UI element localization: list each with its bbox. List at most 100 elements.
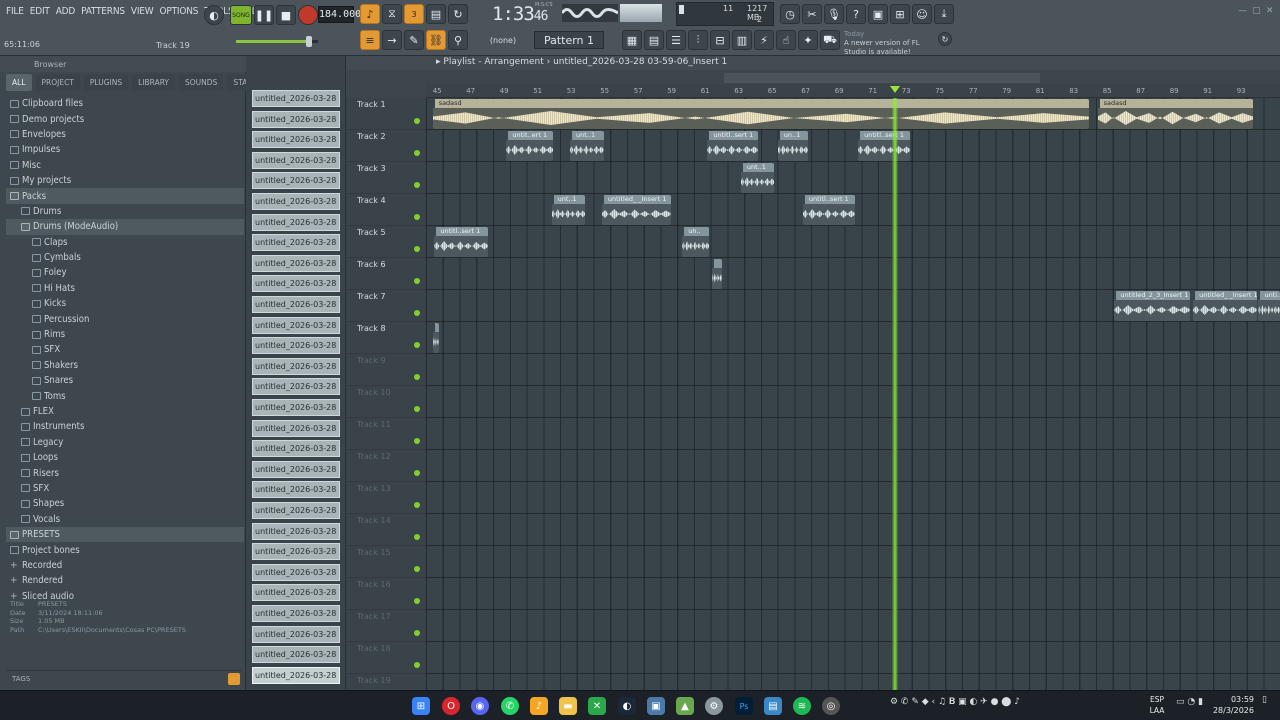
tree-item[interactable]: Loops (6, 450, 244, 465)
song-mode-toggle[interactable]: SONG (230, 5, 252, 25)
sample-item[interactable]: untitled_2026-03-28 03-... (252, 131, 340, 149)
store-icon[interactable]: ▣ (647, 697, 665, 715)
track-header[interactable]: Track 9 (346, 354, 426, 386)
sample-item[interactable]: untitled_2026-03-28 03-... (252, 666, 340, 684)
audio-clip[interactable]: untitled_ _Insert 1 (601, 195, 671, 225)
sample-item[interactable]: untitled_2026-03-28 03-... (252, 646, 340, 664)
sample-item[interactable]: untitled_2026-03-28 03-... (252, 90, 340, 107)
audio-clip[interactable]: untitled_2_3_Insert 1 (1114, 291, 1190, 321)
sample-item[interactable]: untitled_2026-03-28 03-... (252, 172, 340, 190)
whatsapp-icon[interactable]: ✆ (501, 697, 519, 715)
track-header[interactable]: Track 14 (346, 514, 426, 546)
browser-tab-all[interactable]: ALL (6, 74, 32, 91)
tree-item[interactable]: Drums (ModeAudio) (6, 219, 244, 235)
cart-icon[interactable]: ⛟ (820, 30, 840, 50)
cut-icon[interactable]: ✂ (802, 4, 822, 24)
tree-item[interactable]: SFX (6, 481, 244, 496)
track-mute-led[interactable] (414, 246, 420, 252)
obs-icon[interactable]: ◎ (822, 697, 840, 715)
tree-item[interactable]: Risers (6, 465, 244, 480)
browser-tab-library[interactable]: LIBRARY (132, 74, 176, 91)
track-mute-led[interactable] (414, 150, 420, 156)
audio-clip[interactable]: sadasd (1097, 99, 1254, 129)
tree-item[interactable]: Snares (6, 373, 244, 388)
sample-item[interactable]: untitled_2026-03-28 03-... (252, 357, 340, 375)
playlist-icon[interactable]: ▦ (622, 30, 642, 50)
search-icon[interactable] (228, 673, 240, 685)
sample-item[interactable]: untitled_2026-03-28 03-... (252, 110, 340, 128)
mixer-view-icon[interactable]: ⫶ (688, 30, 708, 50)
sample-item[interactable]: untitled_2026-03-28 03-... (252, 605, 340, 622)
sample-item[interactable]: untitled_2026-03-28 03-... (252, 316, 340, 334)
sample-item[interactable]: untitled_2026-03-28 03-... (252, 625, 340, 643)
track-mute-led[interactable] (414, 502, 420, 508)
photoshop-icon[interactable]: Ps (735, 697, 753, 715)
loop-record-button[interactable]: ↻ (448, 4, 468, 24)
audio-clip[interactable]: untitl..sert 1 (434, 227, 488, 257)
sample-item[interactable]: untitled_2026-03-28 03-... (252, 502, 340, 519)
download-icon[interactable]: ⤓ (934, 4, 954, 24)
network-volume-icons[interactable]: ▭ ◔ ▮ (1176, 697, 1203, 707)
browser-tab-project[interactable]: PROJECT (35, 74, 80, 91)
track-header[interactable]: Track 3 (346, 162, 426, 194)
tree-item[interactable]: Cymbals (6, 250, 244, 265)
track-mute-led[interactable] (414, 118, 420, 124)
sample-item[interactable]: untitled_2026-03-28 03-... (252, 543, 340, 561)
tree-item[interactable]: Hi Hats (6, 281, 244, 296)
track-mute-led[interactable] (414, 214, 420, 220)
track-header[interactable]: Track 7 (346, 290, 426, 322)
microphone-icon[interactable]: 🎙 (824, 4, 844, 24)
xbox-icon[interactable]: ✕ (588, 697, 606, 715)
sample-item[interactable]: untitled_2026-03-28 03-... (252, 460, 340, 478)
sample-item[interactable]: untitled_2026-03-28 03-... (252, 275, 340, 293)
tree-item[interactable]: Shapes (6, 496, 244, 511)
arrangement-grid[interactable]: sadasd sadasd untit..ert 1 unt..1 untitl..se… (426, 98, 1280, 690)
track-mute-led[interactable] (414, 310, 420, 316)
menu-item-file[interactable]: FILE (6, 6, 24, 17)
track-header[interactable]: Track 18 (346, 642, 426, 674)
touch-icon[interactable]: ☝ (776, 30, 796, 50)
sample-item[interactable]: untitled_2026-03-28 03-... (252, 254, 340, 272)
timeline-ruler[interactable]: 45 47 49 51 53 55 57 59 61 63 65 67 69 71 73 75 77 79 81 83… (426, 84, 1280, 98)
sample-item[interactable]: untitled_2026-03-28 03-... (252, 337, 340, 355)
audio-clip[interactable]: untitl..sert 1 (858, 131, 911, 161)
stop-button[interactable]: ■ (276, 5, 296, 25)
audio-clip[interactable]: unt..1 (570, 131, 604, 161)
master-pitch-knob[interactable]: ◐ (204, 5, 224, 25)
tree-item[interactable]: + Recorded (6, 558, 244, 573)
track-header[interactable]: Track 17 (346, 610, 426, 642)
pattern-selector[interactable]: Pattern 1 (534, 31, 604, 49)
track-header[interactable]: Track 4 (346, 194, 426, 226)
sample-item[interactable]: untitled_2026-03-28 03-... (252, 481, 340, 499)
track-mute-led[interactable] (414, 470, 420, 476)
app-icon[interactable]: ⚙ (705, 697, 723, 715)
discord-icon[interactable]: ◉ (471, 697, 489, 715)
wand-icon[interactable]: ✦ (798, 30, 818, 50)
track-mute-led[interactable] (414, 534, 420, 540)
track-header[interactable]: Track 13 (346, 482, 426, 514)
tree-item[interactable]: Rims (6, 327, 244, 342)
browser-tab-sounds[interactable]: SOUNDS (179, 74, 224, 91)
news-panel[interactable]: Today A newer version of FL Studio is av… (844, 30, 940, 56)
step-edit-button[interactable]: ▤ (426, 4, 446, 24)
audio-clip[interactable]: untitled_ _Insert 1 (1193, 291, 1257, 321)
track-mute-led[interactable] (414, 566, 420, 572)
tree-item[interactable]: Project bones (6, 542, 244, 557)
sample-item[interactable]: untitled_2026-03-28 03-... (252, 440, 340, 458)
track-mute-led[interactable] (414, 598, 420, 604)
help-icon[interactable]: ? (846, 4, 866, 24)
save-icon[interactable]: ▣ (868, 4, 888, 24)
master-volume-slider[interactable] (236, 36, 318, 47)
tree-item[interactable]: SFX (6, 342, 244, 357)
time-selection-range[interactable] (724, 73, 1040, 83)
sample-item[interactable]: untitled_2026-03-28 03-... (252, 522, 340, 540)
track-mute-led[interactable] (414, 406, 420, 412)
sample-item[interactable]: untitled_2026-03-28 03-... (252, 399, 340, 416)
audio-clip[interactable]: unt..1 (740, 163, 775, 193)
steam-icon[interactable]: ◐ (618, 697, 636, 715)
track-header[interactable]: Track 1 (346, 98, 426, 130)
tree-item[interactable]: + Rendered (6, 573, 244, 588)
pause-button[interactable]: ❚❚ (254, 5, 274, 25)
audio-clip[interactable]: untitl..sert 1 (802, 195, 855, 225)
wait-record-button[interactable]: ⧖ (382, 4, 402, 24)
